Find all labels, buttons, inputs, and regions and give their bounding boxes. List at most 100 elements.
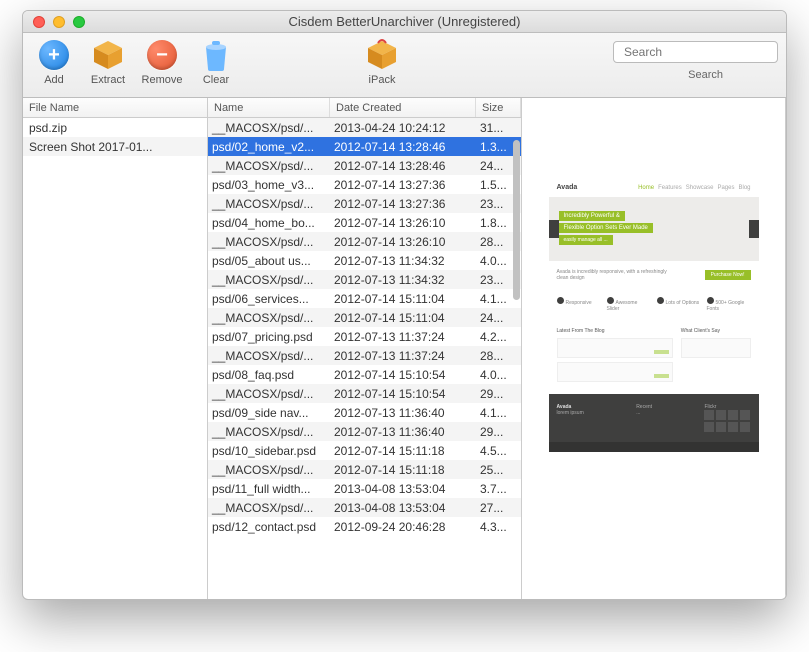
entry-name: psd/02_home_v2... [208, 140, 330, 154]
entry-date: 2013-04-08 13:53:04 [330, 501, 476, 515]
entry-row[interactable]: __MACOSX/psd/...2012-07-13 11:36:4029... [208, 422, 521, 441]
trash-icon [200, 39, 232, 71]
file-list-pane: File Name psd.zipScreen Shot 2017-01... [23, 98, 208, 599]
entry-name: psd/09_side nav... [208, 406, 330, 420]
entry-row[interactable]: __MACOSX/psd/...2012-07-14 15:11:1825... [208, 460, 521, 479]
entry-row[interactable]: __MACOSX/psd/...2012-07-13 11:37:2428... [208, 346, 521, 365]
entry-date: 2012-07-14 15:11:04 [330, 311, 476, 325]
preview-pane: Avada HomeFeaturesShowcasePagesBlog Incr… [522, 98, 786, 599]
entry-name: __MACOSX/psd/... [208, 159, 330, 173]
header-date[interactable]: Date Created [330, 98, 476, 117]
entry-rows[interactable]: __MACOSX/psd/...2013-04-24 10:24:1231...… [208, 118, 521, 599]
remove-button[interactable]: − Remove [139, 39, 185, 86]
entry-size: 29... [476, 387, 521, 401]
extract-button[interactable]: Extract [85, 39, 131, 86]
entry-date: 2012-07-13 11:36:40 [330, 425, 476, 439]
entry-date: 2012-07-14 15:11:18 [330, 444, 476, 458]
entry-name: __MACOSX/psd/... [208, 235, 330, 249]
entry-row[interactable]: psd/12_contact.psd2012-09-24 20:46:284.3… [208, 517, 521, 536]
entry-row[interactable]: psd/09_side nav...2012-07-13 11:36:404.1… [208, 403, 521, 422]
entry-size: 4.5... [476, 444, 521, 458]
window-title: Cisdem BetterUnarchiver (Unregistered) [23, 14, 786, 29]
entry-date: 2012-07-14 13:26:10 [330, 235, 476, 249]
entry-name: __MACOSX/psd/... [208, 273, 330, 287]
entry-date: 2012-07-14 15:10:54 [330, 368, 476, 382]
entry-size: 28... [476, 349, 521, 363]
entry-name: psd/10_sidebar.psd [208, 444, 330, 458]
file-row[interactable]: psd.zip [23, 118, 207, 137]
toolbar: + Add Extract − Remove Clear [23, 33, 786, 98]
gift-icon [366, 39, 398, 71]
entry-name: __MACOSX/psd/... [208, 349, 330, 363]
entry-list-pane: Name Date Created Size __MACOSX/psd/...2… [208, 98, 522, 599]
entry-row[interactable]: __MACOSX/psd/...2013-04-24 10:24:1231... [208, 118, 521, 137]
entry-name: __MACOSX/psd/... [208, 463, 330, 477]
entry-size: 24... [476, 311, 521, 325]
entry-size: 3.7... [476, 482, 521, 496]
entry-row[interactable]: __MACOSX/psd/...2012-07-14 13:28:4624... [208, 156, 521, 175]
entry-name: psd/05_about us... [208, 254, 330, 268]
entry-row[interactable]: __MACOSX/psd/...2013-04-08 13:53:0427... [208, 498, 521, 517]
titlebar: Cisdem BetterUnarchiver (Unregistered) [23, 11, 786, 33]
app-window: Cisdem BetterUnarchiver (Unregistered) +… [22, 10, 787, 600]
entry-row[interactable]: psd/11_full width...2013-04-08 13:53:043… [208, 479, 521, 498]
entry-row[interactable]: psd/05_about us...2012-07-13 11:34:324.0… [208, 251, 521, 270]
file-row[interactable]: Screen Shot 2017-01... [23, 137, 207, 156]
entry-row[interactable]: psd/04_home_bo...2012-07-14 13:26:101.8.… [208, 213, 521, 232]
entry-name: __MACOSX/psd/... [208, 501, 330, 515]
entry-size: 31... [476, 121, 521, 135]
entry-row[interactable]: psd/10_sidebar.psd2012-07-14 15:11:184.5… [208, 441, 521, 460]
entry-size: 4.3... [476, 520, 521, 534]
entry-row[interactable]: __MACOSX/psd/...2012-07-13 11:34:3223... [208, 270, 521, 289]
entry-name: psd/03_home_v3... [208, 178, 330, 192]
entry-date: 2012-07-13 11:34:32 [330, 254, 476, 268]
content-area: File Name psd.zipScreen Shot 2017-01... … [23, 98, 786, 599]
file-list-header[interactable]: File Name [23, 98, 207, 118]
entry-date: 2012-07-13 11:37:24 [330, 330, 476, 344]
entry-row[interactable]: __MACOSX/psd/...2012-07-14 15:10:5429... [208, 384, 521, 403]
entry-name: __MACOSX/psd/... [208, 387, 330, 401]
box-icon [92, 39, 124, 71]
entry-size: 29... [476, 425, 521, 439]
entry-row[interactable]: psd/07_pricing.psd2012-07-13 11:37:244.2… [208, 327, 521, 346]
entry-date: 2012-07-14 15:11:04 [330, 292, 476, 306]
entry-date: 2012-07-13 11:36:40 [330, 406, 476, 420]
entry-date: 2012-07-14 13:27:36 [330, 178, 476, 192]
entry-row[interactable]: __MACOSX/psd/...2012-07-14 13:26:1028... [208, 232, 521, 251]
clear-button[interactable]: Clear [193, 39, 239, 86]
entry-row[interactable]: __MACOSX/psd/...2012-07-14 13:27:3623... [208, 194, 521, 213]
entry-size: 4.1... [476, 406, 521, 420]
entry-size: 27... [476, 501, 521, 515]
entry-name: psd/11_full width... [208, 482, 330, 496]
entry-name: __MACOSX/psd/... [208, 197, 330, 211]
minus-icon: − [147, 40, 177, 70]
entry-name: __MACOSX/psd/... [208, 425, 330, 439]
entry-size: 4.2... [476, 330, 521, 344]
entry-date: 2012-07-14 15:11:18 [330, 463, 476, 477]
entry-name: __MACOSX/psd/... [208, 311, 330, 325]
entry-date: 2012-07-14 15:10:54 [330, 387, 476, 401]
entry-name: __MACOSX/psd/... [208, 121, 330, 135]
entry-row[interactable]: __MACOSX/psd/...2012-07-14 15:11:0424... [208, 308, 521, 327]
ipack-button[interactable]: iPack [359, 39, 405, 86]
header-size[interactable]: Size [476, 98, 521, 117]
entry-name: psd/06_services... [208, 292, 330, 306]
entry-size: 25... [476, 463, 521, 477]
entry-name: psd/12_contact.psd [208, 520, 330, 534]
entry-date: 2012-07-14 13:28:46 [330, 140, 476, 154]
entry-date: 2012-07-14 13:27:36 [330, 197, 476, 211]
entry-headers: Name Date Created Size [208, 98, 521, 118]
entry-row[interactable]: psd/06_services...2012-07-14 15:11:044.1… [208, 289, 521, 308]
entry-row[interactable]: psd/02_home_v2...2012-07-14 13:28:461.3.… [208, 137, 521, 156]
entry-date: 2013-04-08 13:53:04 [330, 482, 476, 496]
entry-date: 2012-09-24 20:46:28 [330, 520, 476, 534]
header-name[interactable]: Name [208, 98, 330, 117]
entry-date: 2012-07-14 13:28:46 [330, 159, 476, 173]
search-input[interactable] [613, 41, 778, 63]
scrollbar[interactable] [513, 140, 520, 300]
entry-row[interactable]: psd/08_faq.psd2012-07-14 15:10:544.0... [208, 365, 521, 384]
entry-row[interactable]: psd/03_home_v3...2012-07-14 13:27:361.5.… [208, 175, 521, 194]
add-button[interactable]: + Add [31, 39, 77, 86]
entry-name: psd/08_faq.psd [208, 368, 330, 382]
entry-date: 2012-07-13 11:34:32 [330, 273, 476, 287]
